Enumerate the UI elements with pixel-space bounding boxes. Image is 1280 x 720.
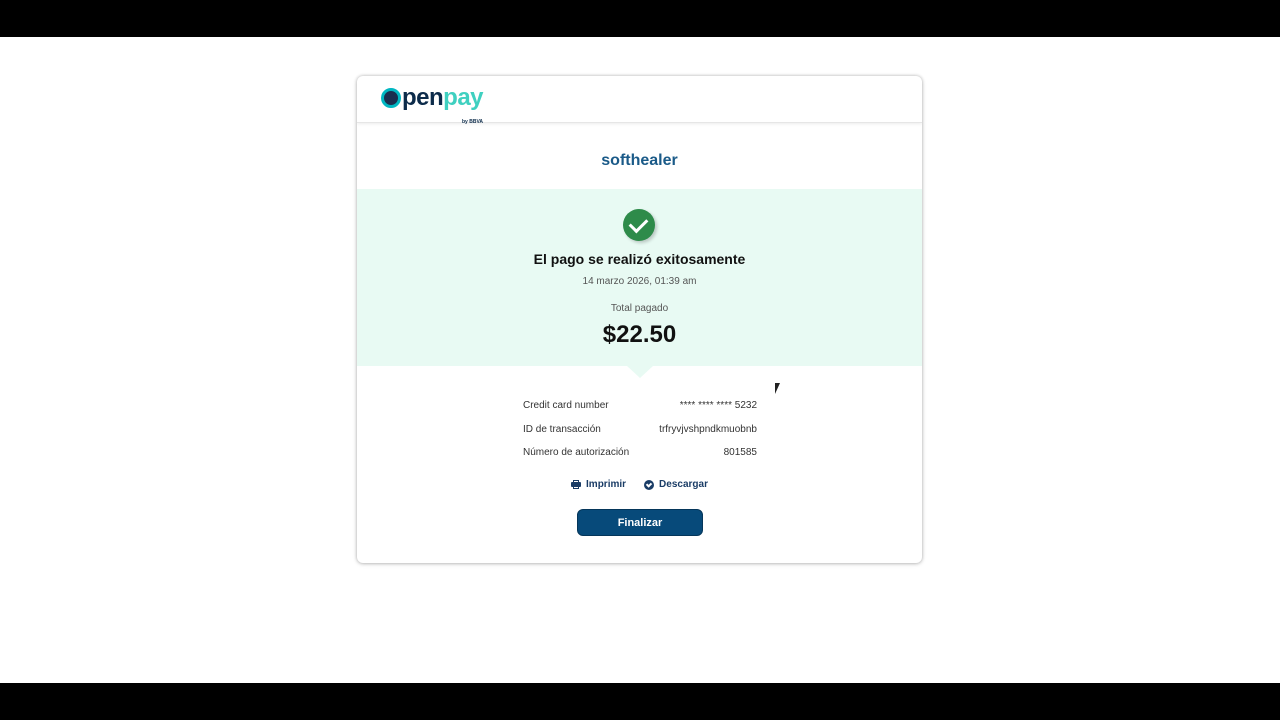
detail-label: Credit card number [523,400,609,412]
print-label: Imprimir [586,479,627,490]
card-header: penpay by BBVA [357,76,922,125]
success-title: El pago se realizó exitosamente [533,251,746,267]
mouse-cursor-icon [775,383,783,394]
transaction-details: Credit card number **** **** **** 5232 I… [523,394,757,465]
page-viewport: penpay by BBVA softhealer El pago se rea… [0,37,1280,683]
detail-value: trfryvjvshpndkmuobnb [659,423,757,435]
openpay-logo: penpay by BBVA [381,85,484,125]
download-label: Descargar [659,479,708,490]
printer-icon [571,480,582,489]
receipt-actions: Imprimir Descargar [357,479,922,490]
detail-label: Número de autorización [523,447,630,459]
total-label: Total pagado [610,303,669,314]
finalize-button[interactable]: Finalizar [577,509,703,536]
detail-label: ID de transacción [523,423,601,435]
print-button[interactable]: Imprimir [571,479,626,490]
download-icon [644,479,655,490]
merchant-name: softhealer [601,152,678,169]
panel-notch [627,366,653,378]
check-circle-icon [623,209,655,241]
success-panel: El pago se realizó exitosamente 14 marzo… [357,189,922,378]
total-amount: $22.50 [602,321,677,348]
detail-row-authorization: Número de autorización 801585 [523,441,757,465]
detail-value: 801585 [723,447,757,459]
detail-row-transaction-id: ID de transacción trfryvjvshpndkmuobnb [523,418,757,442]
detail-value: **** **** **** 5232 [679,400,757,412]
payment-receipt-card: penpay by BBVA softhealer El pago se rea… [357,76,922,563]
bbva-tag: by BBVA [462,119,484,125]
detail-row-card-number: Credit card number **** **** **** 5232 [523,394,757,418]
openpay-logo-icon [381,88,401,108]
payment-date: 14 marzo 2026, 01:39 am [582,276,697,287]
download-button[interactable]: Descargar [644,479,708,490]
